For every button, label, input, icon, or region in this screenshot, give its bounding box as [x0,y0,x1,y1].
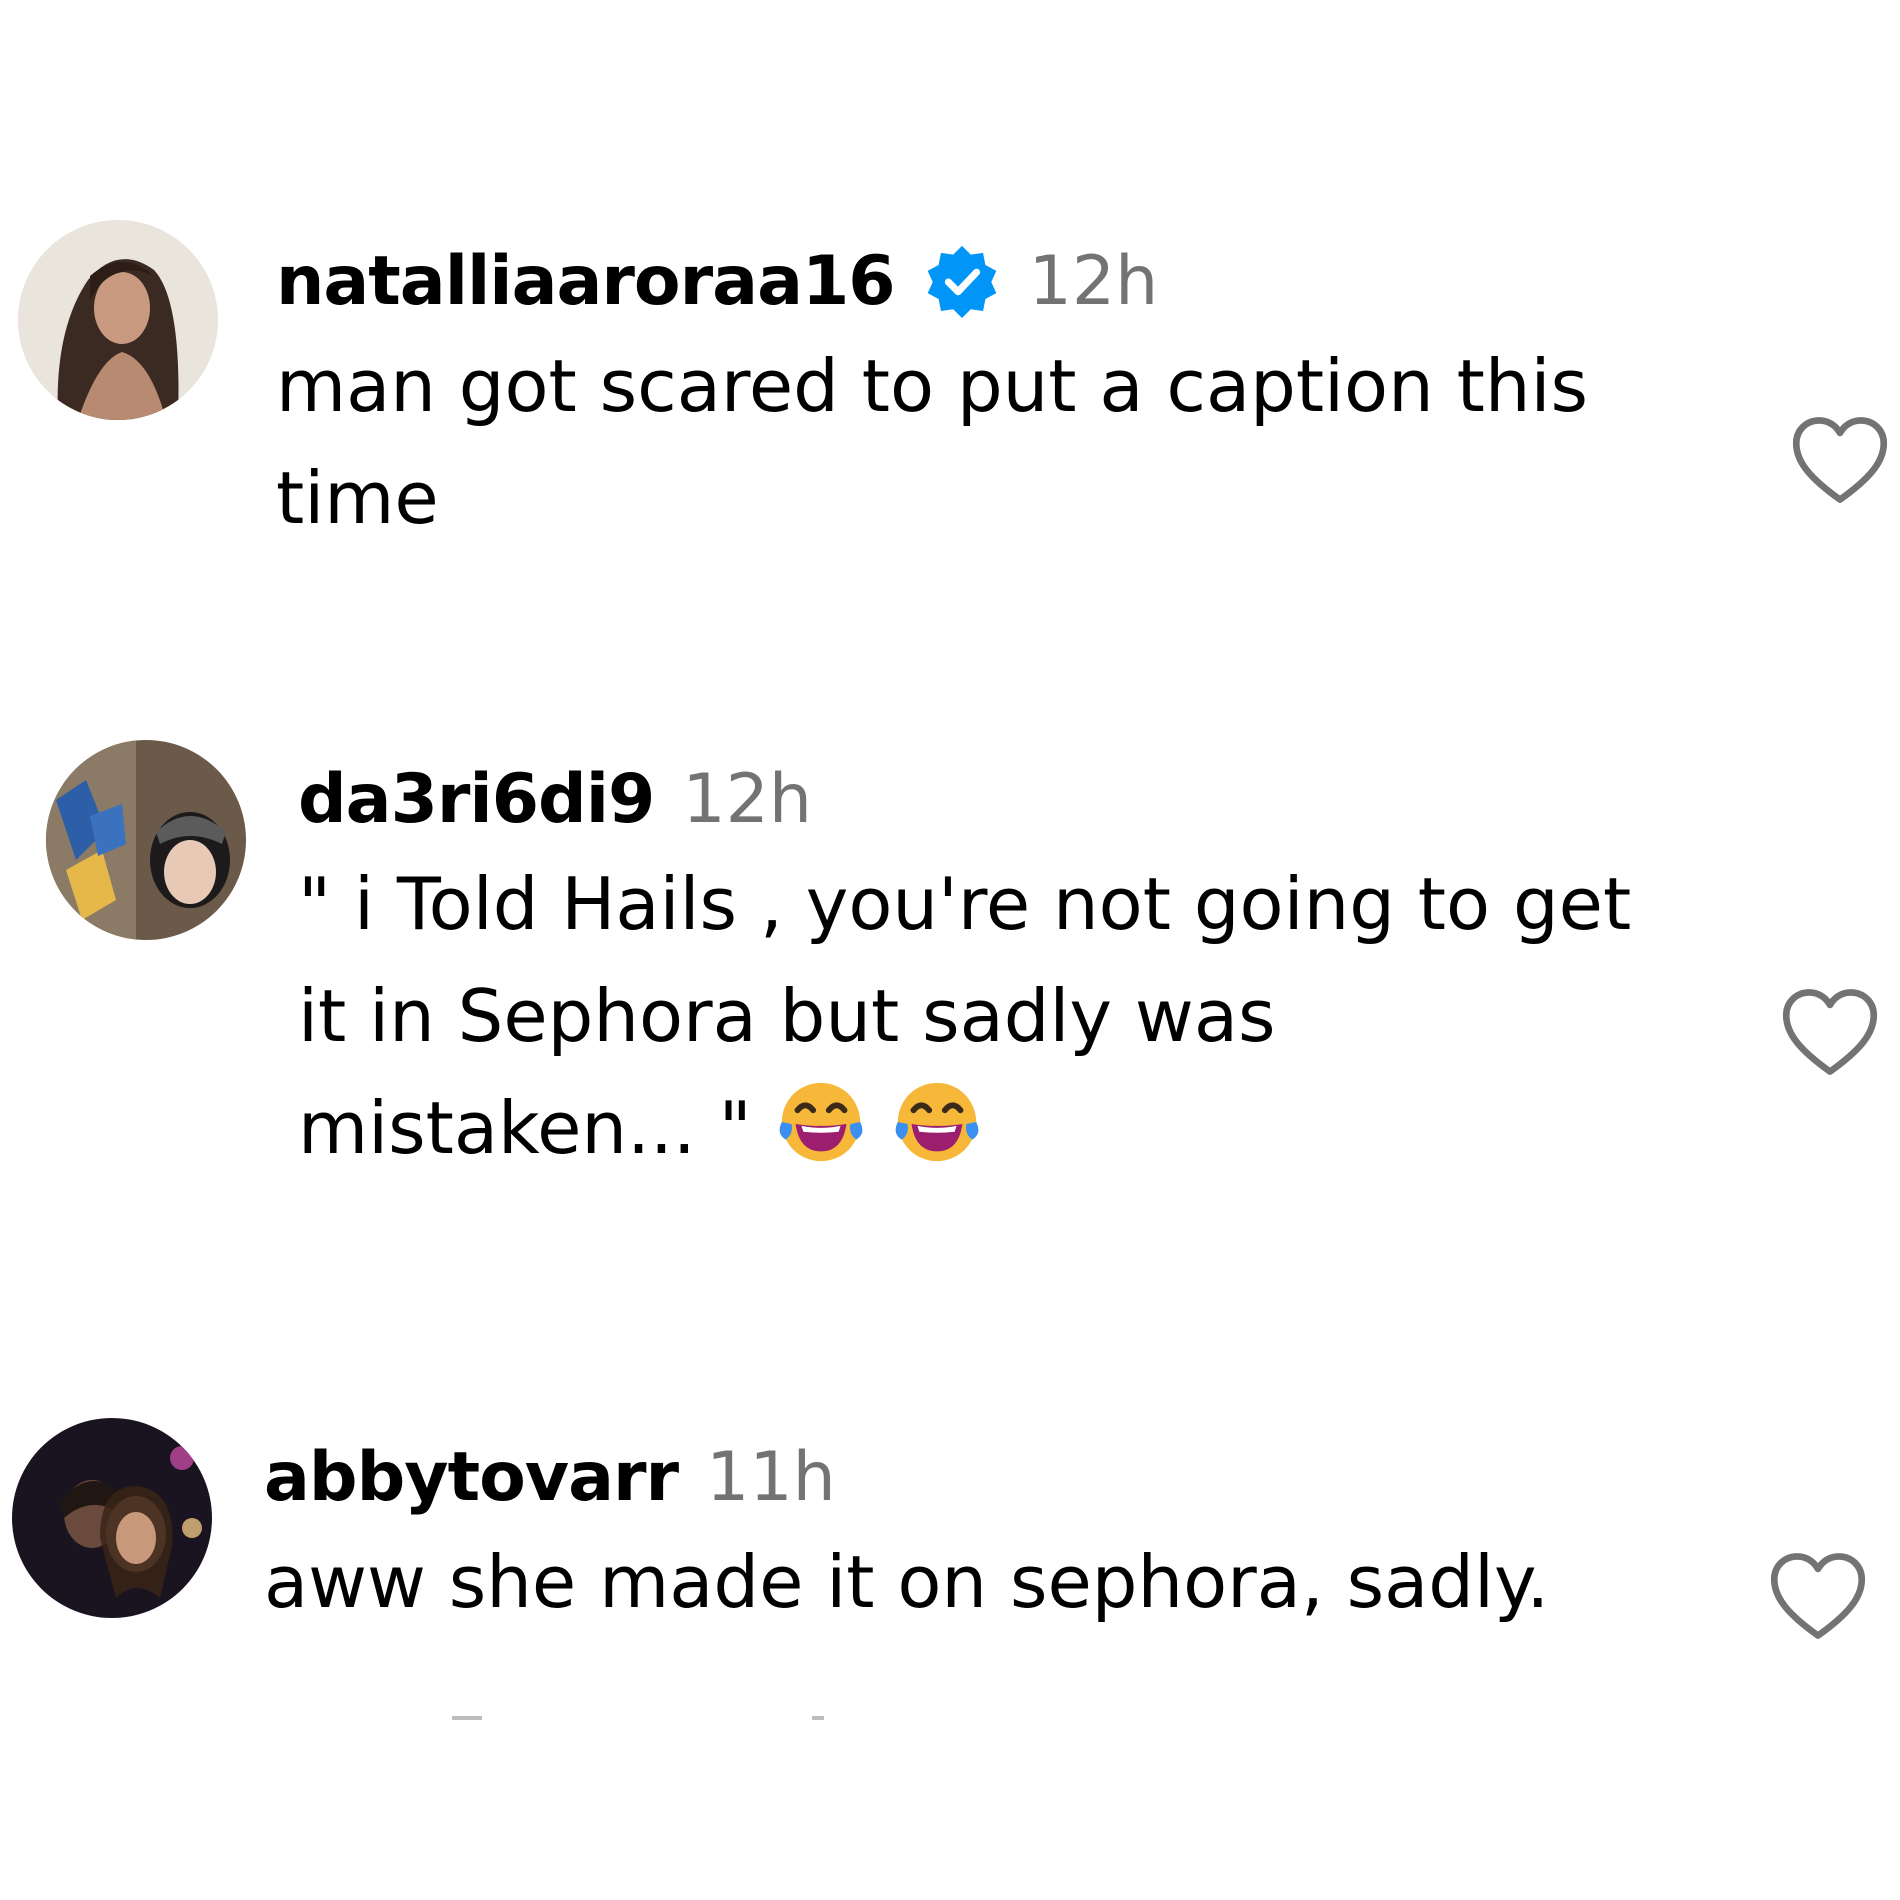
verified-badge-icon [923,242,1001,320]
heart-outline-icon [1792,417,1888,503]
heart-outline-icon [1782,989,1878,1075]
avatar[interactable] [46,740,246,940]
like-button[interactable] [1790,414,1890,506]
face-with-tears-of-joy-icon [890,1075,984,1169]
heart-outline-icon [1770,1553,1866,1639]
comment-timestamp[interactable]: 11h [706,1438,836,1517]
username[interactable]: abbytovarr [264,1438,679,1517]
avatar-image [46,740,246,940]
comment-timestamp[interactable]: 12h [682,760,812,839]
avatar-image [18,220,218,420]
comment-text: man got scared to put a caption this tim… [276,330,1746,554]
like-button[interactable] [1768,1550,1868,1642]
cutoff-text-fragment [812,1716,824,1720]
comment-text: " i Told Hails , you're not going to get… [298,848,1658,1184]
comment-timestamp[interactable]: 12h [1029,242,1159,321]
comment-header: natalliaaroraa16 12h [276,236,1736,326]
comment-body: da3ri6di9 12h " i Told Hails , you're no… [298,754,1738,1184]
comment-body: natalliaaroraa16 12h man got scared to p… [276,236,1736,554]
face-with-tears-of-joy-icon [774,1075,868,1169]
comment-header: da3ri6di9 12h [298,754,1738,844]
username[interactable]: da3ri6di9 [298,760,655,839]
like-button[interactable] [1780,986,1880,1078]
avatar[interactable] [18,220,218,420]
avatar-image [12,1418,212,1618]
comment-header: abbytovarr 11h [264,1432,1744,1522]
comment-text-content: man got scared to put a caption this tim… [276,344,1588,540]
cutoff-text-fragment [452,1716,482,1720]
comment-text: aww she made it on sephora, sadly. [264,1526,1724,1638]
comment-text-content: aww she made it on sephora, sadly. [264,1540,1550,1624]
username[interactable]: natalliaaroraa16 [276,242,896,321]
comment-body: abbytovarr 11h aww she made it on sephor… [264,1432,1744,1638]
avatar[interactable] [12,1418,212,1618]
